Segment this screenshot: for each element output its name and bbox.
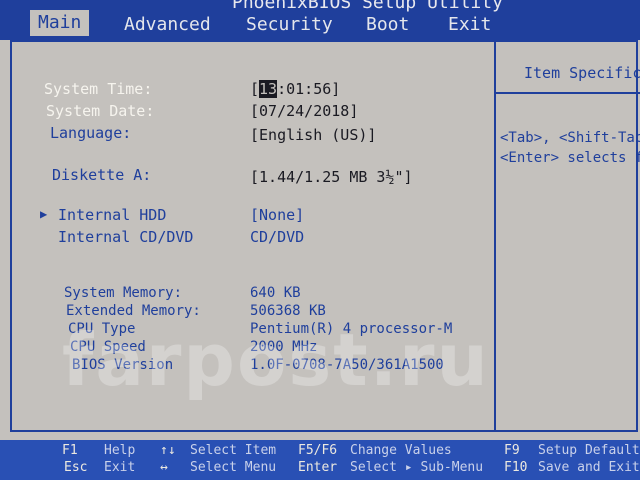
footer-key: F10 (504, 460, 528, 475)
key-legend-footer: F1 Help ↑↓ Select Item F5/F6 Change Valu… (0, 440, 640, 480)
menu-bar: Main Advanced Security Boot Exit (0, 8, 640, 38)
cpu-speed-value: 2000 MHz (250, 339, 318, 355)
tab-boot[interactable]: Boot (366, 12, 409, 38)
tab-exit[interactable]: Exit (448, 12, 491, 38)
bios-version-label: BIOS Version (72, 357, 174, 373)
extended-memory-label: Extended Memory: (66, 303, 201, 319)
internal-cd-value: CD/DVD (250, 228, 305, 246)
title-bar: PhoenixBIOS Setup Utility Main Advanced … (0, 0, 640, 40)
footer-key: Esc (64, 460, 88, 475)
footer-key: F5/F6 (298, 443, 338, 458)
system-memory-value: 640 KB (250, 285, 301, 301)
cpu-speed-label: CPU Speed (70, 339, 146, 355)
system-date-field[interactable]: [07/24/2018] (250, 102, 358, 120)
help-title: Item Specific (524, 64, 640, 82)
footer-desc: Select ▸ Sub-Menu (350, 460, 484, 475)
cpu-type-value: Pentium(R) 4 processor-M (250, 321, 453, 337)
footer-key: Enter (298, 460, 338, 475)
system-memory-label: System Memory: (64, 285, 183, 301)
language-field[interactable]: [English (US)] (250, 126, 376, 144)
language-label: Language: (50, 124, 132, 142)
footer-desc: Exit (104, 460, 136, 475)
help-line: <Enter> selects f (500, 150, 640, 166)
panel-divider (494, 42, 496, 432)
system-time-field[interactable]: [13:01:56] (250, 80, 340, 98)
internal-cd-label: Internal CD/DVD (58, 228, 194, 246)
footer-desc: Change Values (350, 443, 452, 458)
footer-desc: Select Menu (190, 460, 277, 475)
footer-key: F1 (62, 443, 78, 458)
internal-hdd-value: [None] (250, 206, 305, 224)
footer-key: ↑↓ (160, 443, 176, 458)
tab-advanced[interactable]: Advanced (124, 12, 211, 38)
help-separator (496, 92, 640, 94)
diskette-a-field[interactable]: [1.44/1.25 MB 3½"] (250, 168, 413, 186)
submenu-arrow-icon: ▶ (40, 207, 48, 221)
internal-hdd-item[interactable]: Internal HDD (58, 206, 166, 224)
footer-desc: Setup Defaults (538, 443, 640, 458)
footer-desc: Select Item (190, 443, 277, 458)
bios-version-value: 1.0F-0708-7A50/361A1500 (250, 357, 444, 373)
footer-key: F9 (504, 443, 520, 458)
system-time-open: [ (250, 80, 260, 98)
tab-security[interactable]: Security (246, 12, 333, 38)
system-time-rest: :01:56] (277, 80, 341, 98)
cpu-type-label: CPU Type (68, 321, 136, 337)
tab-main[interactable]: Main (30, 10, 90, 36)
footer-desc: Help (104, 443, 136, 458)
help-line: <Tab>, <Shift-Tab (500, 130, 640, 146)
system-time-hour[interactable]: 13 (259, 80, 278, 98)
system-time-label: System Time: (44, 80, 153, 98)
footer-desc: Save and Exit (538, 460, 640, 475)
bios-screen: PhoenixBIOS Setup Utility Main Advanced … (0, 0, 640, 480)
footer-key: ↔ (160, 460, 168, 475)
extended-memory-value: 506368 KB (250, 303, 326, 319)
diskette-a-label: Diskette A: (52, 166, 152, 184)
system-date-label: System Date: (46, 102, 155, 120)
